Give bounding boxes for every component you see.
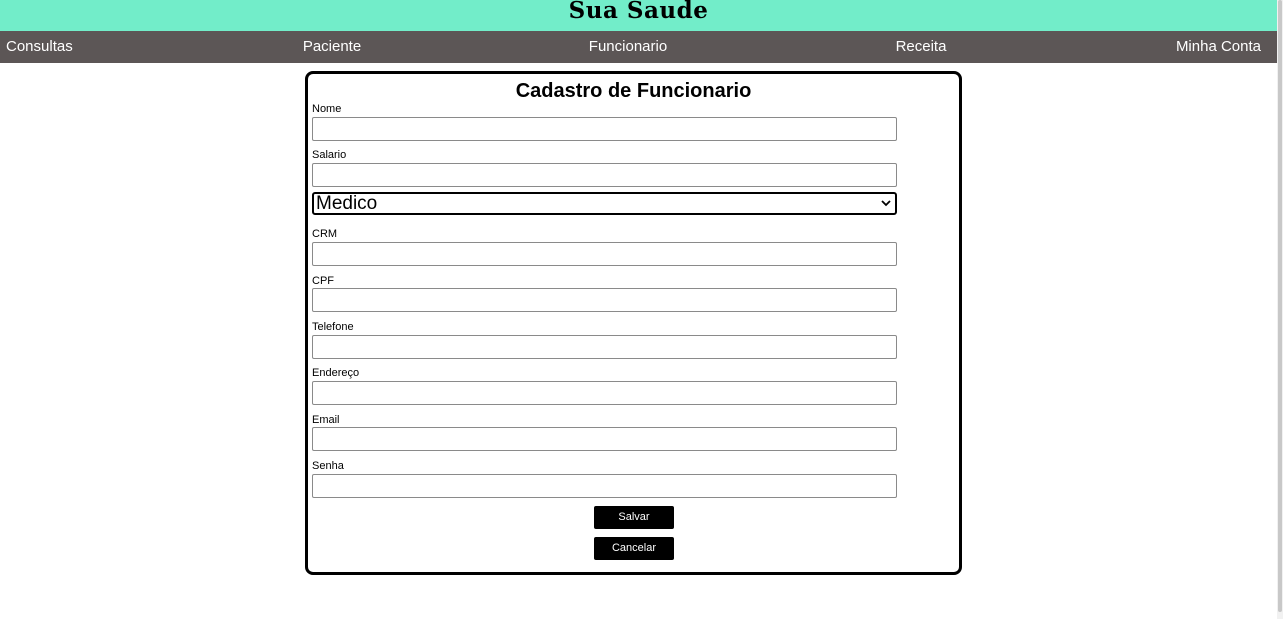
senha-label: Senha	[312, 460, 344, 472]
nome-input[interactable]	[312, 117, 897, 141]
salario-input[interactable]	[312, 163, 897, 187]
nav-item-paciente[interactable]: Paciente	[303, 31, 361, 63]
page-scrollbar[interactable]	[1277, 0, 1283, 619]
scrollbar-thumb[interactable]	[1278, 0, 1282, 612]
email-input[interactable]	[312, 427, 897, 451]
cpf-input[interactable]	[312, 288, 897, 312]
form-title: Cadastro de Funcionario	[515, 80, 752, 102]
nome-label: Nome	[312, 103, 342, 115]
endereco-label: Endereço	[312, 367, 360, 379]
endereco-input[interactable]	[312, 381, 897, 405]
email-label: Email	[312, 414, 340, 426]
nav-item-minha-conta[interactable]: Minha Conta	[1176, 31, 1261, 63]
main-nav: Consultas Paciente Funcionario Receita M…	[0, 31, 1277, 63]
salario-label: Salario	[312, 149, 347, 161]
chevron-down-icon	[881, 200, 891, 207]
save-button[interactable]: Salvar	[594, 506, 674, 529]
cancel-button[interactable]: Cancelar	[594, 537, 674, 560]
senha-input[interactable]	[312, 474, 897, 498]
crm-label: CRM	[312, 228, 338, 240]
role-select-value: Medico	[316, 193, 378, 214]
telefone-label: Telefone	[312, 321, 354, 333]
crm-input[interactable]	[312, 242, 897, 266]
nav-item-receita[interactable]: Receita	[896, 31, 947, 63]
role-select[interactable]: Medico	[312, 192, 897, 215]
page: Sua Saude Consultas Paciente Funcionario…	[0, 0, 1283, 619]
employee-form: Cadastro de Funcionario Nome Salario Med…	[305, 71, 962, 575]
nav-item-funcionario[interactable]: Funcionario	[589, 31, 667, 63]
cpf-label: CPF	[312, 275, 334, 287]
telefone-input[interactable]	[312, 335, 897, 359]
app-header: Sua Saude	[0, 0, 1277, 31]
nav-item-consultas[interactable]: Consultas	[6, 31, 73, 63]
app-title: Sua Saude	[568, 0, 709, 24]
